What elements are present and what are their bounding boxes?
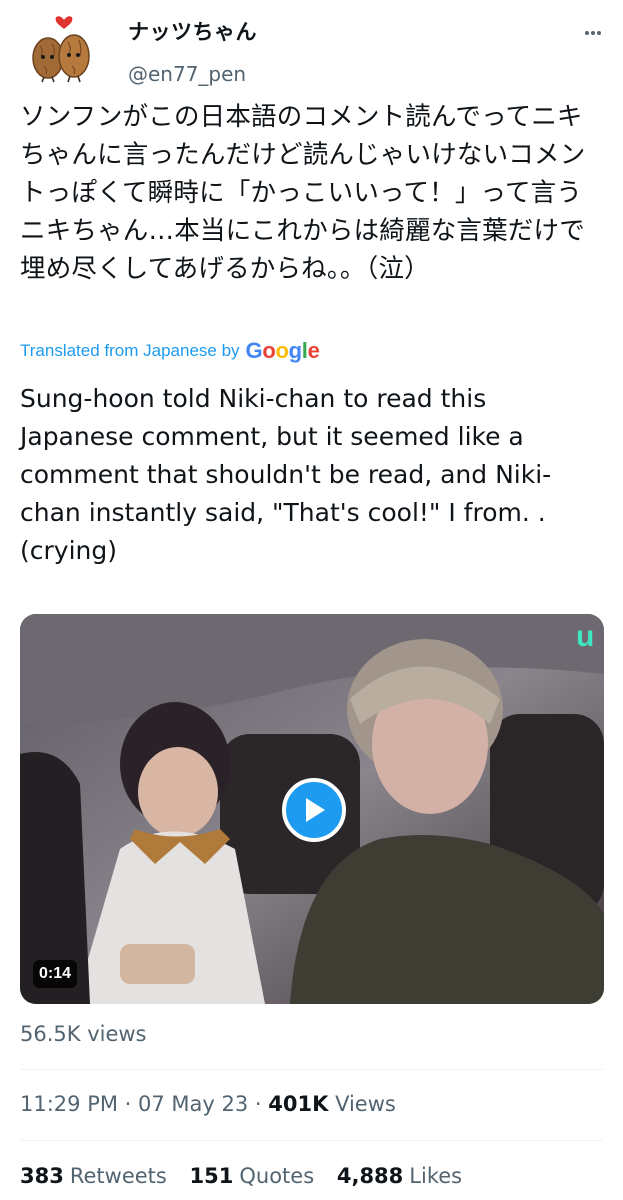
more-options-button[interactable] xyxy=(578,18,608,48)
engagement-stats: 383 Retweets 151 Quotes 4,888 Likes xyxy=(20,1164,478,1188)
avatar[interactable] xyxy=(24,10,96,84)
retweets-stat[interactable]: 383 Retweets xyxy=(20,1164,167,1188)
divider xyxy=(20,1069,603,1070)
nut-mascot-avatar xyxy=(32,16,90,83)
tweet-time[interactable]: 11:29 PM xyxy=(20,1092,118,1116)
likes-label: Likes xyxy=(409,1164,463,1188)
tweet-page: ナッツちゃん @en77_pen ソンフンがこの日本語のコメント読んでってニキち… xyxy=(0,0,623,1200)
tweet-text: ソンフンがこの日本語のコメント読んでってニキちゃんに言ったんだけど読んじゃいけな… xyxy=(20,102,586,284)
svg-text:u: u xyxy=(576,620,594,653)
divider xyxy=(20,1140,603,1141)
video-duration-badge: 0:14 xyxy=(33,960,78,988)
translated-label: Translated from Japanese by xyxy=(20,341,240,360)
views-count: 401K xyxy=(268,1092,329,1116)
meta-separator: · xyxy=(248,1092,269,1116)
quotes-label: Quotes xyxy=(239,1164,315,1188)
translated-text: Sung-hoon told Niki-chan to read this Ja… xyxy=(20,384,552,565)
more-horizontal-icon xyxy=(585,31,601,35)
tweet-date[interactable]: 07 May 23 xyxy=(138,1092,248,1116)
retweets-label: Retweets xyxy=(69,1164,167,1188)
views-label: Views xyxy=(335,1092,396,1116)
tweet-meta: 11:29 PM · 07 May 23 · 401K Views xyxy=(20,1092,396,1116)
play-icon xyxy=(306,798,325,822)
retweets-count: 383 xyxy=(20,1164,64,1188)
meta-separator: · xyxy=(117,1092,139,1116)
user-handle[interactable]: @en77_pen xyxy=(128,62,246,86)
tweet-header: ナッツちゃん @en77_pen xyxy=(0,0,623,96)
display-name[interactable]: ナッツちゃん xyxy=(128,16,257,46)
play-button[interactable] xyxy=(282,778,346,842)
video-views-count: 56.5K views xyxy=(20,1022,147,1046)
quotes-stat[interactable]: 151 Quotes xyxy=(190,1164,315,1188)
quotes-count: 151 xyxy=(189,1164,234,1188)
translation-attribution[interactable]: Translated from Japanese by Google xyxy=(20,336,320,366)
likes-count: 4,888 xyxy=(336,1164,404,1188)
google-logo: Google xyxy=(245,338,320,363)
likes-stat[interactable]: 4,888 Likes xyxy=(337,1164,462,1188)
video-player[interactable]: u 0:14 xyxy=(20,614,604,1004)
